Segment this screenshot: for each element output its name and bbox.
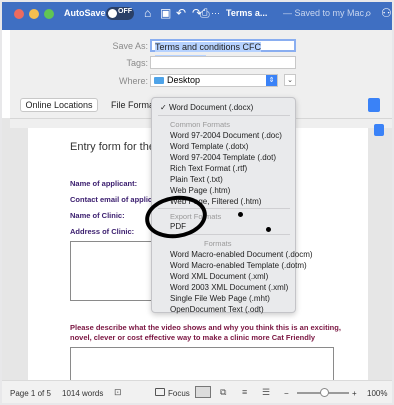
document-title[interactable]: Terms a... — [226, 8, 267, 18]
file-format-label: File Format — [111, 100, 157, 110]
menu-item-dot[interactable]: Word 97-2004 Template (.dot) — [170, 153, 276, 162]
menu-item-rtf[interactable]: Rich Text Format (.rtf) — [170, 164, 247, 173]
draft-view-icon[interactable]: ☰ — [262, 387, 270, 398]
menu-item-xml[interactable]: Word XML Document (.xml) — [170, 272, 268, 281]
menu-header-common: Common Formats — [170, 120, 231, 129]
more-icon[interactable]: ··· — [211, 8, 220, 18]
save-status: — Saved to my Mac — [283, 8, 365, 18]
autosave-label: AutoSave — [64, 8, 106, 18]
menu-item-label: Word Document (.docx) — [168, 103, 254, 112]
document-heading: Entry form for the — [70, 141, 155, 153]
focus-label[interactable]: Focus — [168, 389, 190, 398]
page-count[interactable]: Page 1 of 5 — [10, 389, 51, 398]
home-icon[interactable]: ⌂ — [144, 6, 151, 20]
online-locations-button[interactable]: Online Locations — [20, 98, 98, 112]
web-layout-icon[interactable]: ⧉ — [220, 387, 226, 398]
annotation-dot — [238, 212, 243, 217]
status-bar: Page 1 of 5 1014 words ⊡ Focus ⧉ ≡ ☰ − +… — [0, 380, 394, 405]
menu-item-htm[interactable]: Web Page (.htm) — [170, 186, 230, 195]
outline-view-icon[interactable]: ≡ — [242, 387, 247, 397]
description-textbox[interactable] — [70, 347, 334, 382]
tags-label: Tags: — [126, 58, 148, 68]
where-select[interactable]: Desktop ⇕ — [150, 74, 278, 87]
menu-item-doc[interactable]: Word 97-2004 Document (.doc) — [170, 131, 282, 140]
field-label-applicant: Name of applicant: — [70, 179, 138, 188]
where-value: Desktop — [167, 75, 201, 85]
title-bar: AutoSave OFF ⌂ ▣ ↶ ↷ ⎙ ··· Terms a... — … — [0, 0, 394, 30]
menu-item-docm[interactable]: Word Macro-enabled Document (.docm) — [170, 250, 313, 259]
folder-icon — [154, 77, 164, 84]
field-label-address: Address of Clinic: — [70, 227, 135, 236]
word-count[interactable]: 1014 words — [62, 389, 103, 398]
updown-chevron-icon: ⇕ — [266, 75, 277, 86]
menu-item-txt[interactable]: Plain Text (.txt) — [170, 175, 223, 184]
close-window-button[interactable] — [14, 9, 24, 19]
zoom-level[interactable]: 100% — [367, 389, 387, 398]
save-button[interactable] — [374, 124, 384, 136]
zoom-out-button[interactable]: − — [284, 389, 289, 398]
save-as-field[interactable]: Terms and conditions CFC awards.docx — [150, 39, 296, 65]
menu-item-dotx[interactable]: Word Template (.dotx) — [170, 142, 248, 151]
proofing-icon[interactable]: ⊡ — [114, 387, 122, 398]
checkmark-icon: ✓ — [160, 103, 167, 112]
menu-header-specialty: Formats — [204, 239, 232, 248]
file-format-select-stepper[interactable] — [368, 98, 380, 112]
zoom-window-button[interactable] — [44, 9, 54, 19]
minimize-window-button[interactable] — [29, 9, 39, 19]
menu-item-odt[interactable]: OpenDocument Text (.odt) — [170, 305, 264, 314]
toggle-knob — [108, 9, 117, 18]
field-label-email: Contact email of applica — [70, 195, 157, 204]
focus-icon[interactable] — [155, 388, 165, 396]
tags-field[interactable] — [150, 56, 296, 69]
print-layout-view-button[interactable] — [195, 386, 211, 398]
save-icon[interactable]: ▣ — [160, 6, 171, 20]
menu-separator — [158, 115, 290, 116]
share-icon[interactable]: ⚇ — [381, 6, 392, 20]
menu-item-mht[interactable]: Single File Web Page (.mht) — [170, 294, 270, 303]
print-icon[interactable]: ⎙ — [200, 6, 210, 21]
autosave-state: OFF — [118, 8, 132, 15]
annotation-dot — [266, 227, 271, 232]
zoom-slider-knob[interactable] — [320, 388, 329, 397]
menu-item-docx[interactable]: ✓ Word Document (.docx) — [160, 103, 253, 112]
menu-item-dotm[interactable]: Word Macro-enabled Template (.dotm) — [170, 261, 307, 270]
search-icon[interactable]: ⌕ — [365, 6, 372, 21]
save-as-label: Save As: — [112, 41, 148, 51]
expand-dialog-button[interactable]: ⌄ — [284, 74, 296, 86]
description-prompt: Please describe what the video shows and… — [70, 323, 341, 342]
undo-icon[interactable]: ↶ — [176, 6, 186, 20]
where-label: Where: — [118, 76, 148, 86]
menu-item-xml-2003[interactable]: Word 2003 XML Document (.xml) — [170, 283, 288, 292]
autosave-toggle[interactable]: OFF — [106, 7, 134, 20]
zoom-in-button[interactable]: + — [352, 389, 357, 398]
field-label-clinic: Name of Clinic: — [70, 211, 125, 220]
